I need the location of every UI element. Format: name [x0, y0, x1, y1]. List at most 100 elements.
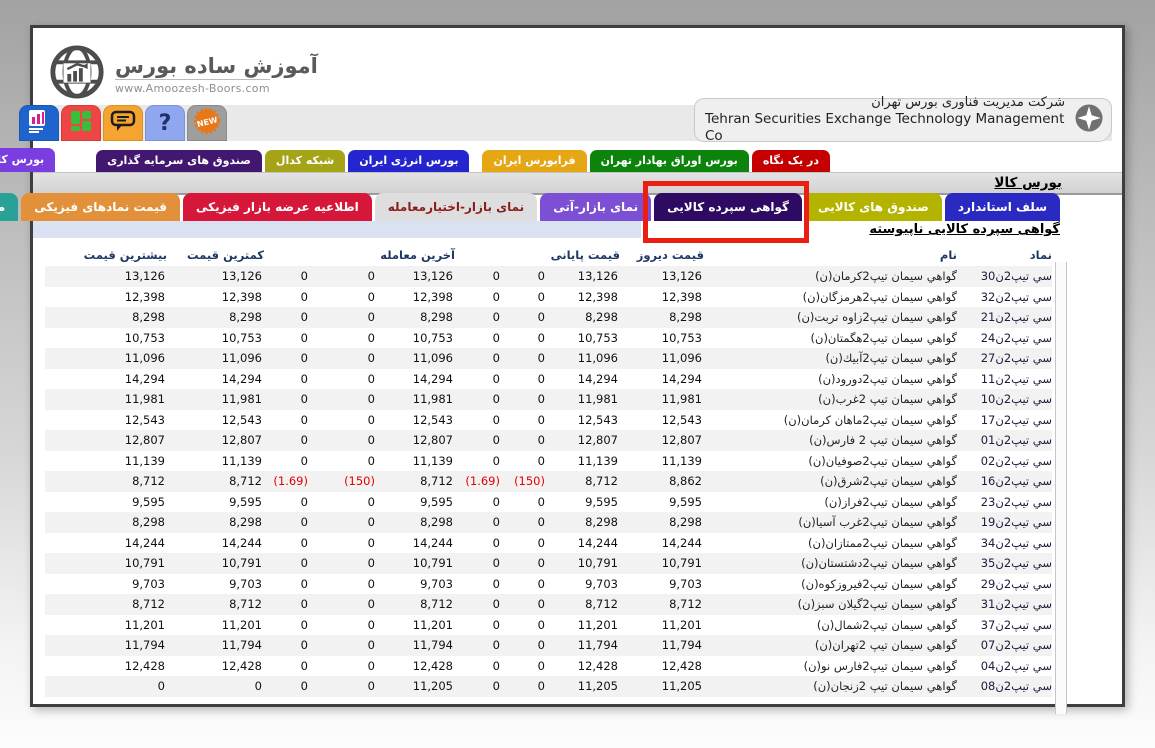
- sub-tab-6[interactable]: اطلاعیه عرضه بازار فیزیکی: [183, 193, 372, 221]
- sub-tab-8[interactable]: معاملات بازار فیزیکی: [0, 193, 18, 221]
- cell-highest: 12,807: [45, 430, 167, 451]
- cell-lowest: 12,543: [167, 410, 264, 431]
- cell-yesterday: 13,126: [620, 266, 704, 287]
- cell-last: 10,753: [377, 328, 455, 349]
- cell-closing-percent: 0: [455, 307, 502, 328]
- col-symbol: نماد: [957, 246, 1052, 264]
- tse-company-banner: شرکت مدیریت فناوری بورس تهران Tehran Sec…: [694, 98, 1112, 142]
- cell-closing-percent: 0: [455, 348, 502, 369]
- cell-closing-percent: 0: [455, 369, 502, 390]
- cell-yesterday: 11,096: [620, 348, 704, 369]
- chart-tool-button[interactable]: [19, 105, 59, 141]
- cell-symbol[interactable]: سي تيپ2ن29: [957, 574, 1052, 595]
- cell-closing-change: 0: [502, 328, 547, 349]
- cell-symbol[interactable]: سي تيپ2ن02: [957, 451, 1052, 472]
- commodity-sub-tabs: سلف استانداردصندوق های کالاییگواهی سپرده…: [0, 193, 1060, 221]
- cell-symbol[interactable]: سي تيپ2ن16: [957, 471, 1052, 492]
- cell-symbol[interactable]: سي تيپ2ن35: [957, 553, 1052, 574]
- cell-yesterday: 14,294: [620, 369, 704, 390]
- main-tab-3[interactable]: فرابورس ایران: [482, 150, 586, 172]
- cell-highest: 8,712: [45, 471, 167, 492]
- table-header-row: نمادنامقیمت دیروزقیمت پایانیآخرین معامله…: [45, 246, 1052, 264]
- highlight-annotation-box: [643, 181, 809, 243]
- cell-closing: 12,807: [547, 430, 620, 451]
- help-button[interactable]: ?: [145, 105, 185, 141]
- cell-closing-change: 0: [502, 594, 547, 615]
- cell-symbol[interactable]: سي تيپ2ن17: [957, 410, 1052, 431]
- main-tab-5[interactable]: شبکه کدال: [265, 150, 345, 172]
- cell-symbol[interactable]: سي تيپ2ن19: [957, 512, 1052, 533]
- cell-lowest: 8,298: [167, 512, 264, 533]
- cell-symbol[interactable]: سي تيپ2ن07: [957, 635, 1052, 656]
- cell-last-percent: 0: [264, 328, 310, 349]
- cell-closing: 11,205: [547, 676, 620, 697]
- sub-tab-7[interactable]: قیمت نمادهای فیزیکی: [21, 193, 180, 221]
- sub-tab-1[interactable]: سلف استاندارد: [945, 193, 1060, 221]
- cell-closing: 8,712: [547, 594, 620, 615]
- cell-closing: 14,244: [547, 533, 620, 554]
- cell-closing-percent: 0: [455, 492, 502, 513]
- cell-name: گواهي سيمان تيپ2شمال(ن): [704, 615, 957, 636]
- tse-diamond-icon: [1071, 100, 1107, 140]
- cell-closing-change: 0: [502, 676, 547, 697]
- cell-closing-percent: 0: [455, 451, 502, 472]
- cell-last-percent: 0: [264, 574, 310, 595]
- cell-last: 12,428: [377, 656, 455, 677]
- cell-last-percent: (1.69): [264, 471, 310, 492]
- sub-tab-5[interactable]: نمای بازار-اختیارمعامله: [375, 193, 537, 221]
- main-tab-6[interactable]: صندوق های سرمایه گذاری: [96, 150, 262, 172]
- cell-symbol[interactable]: سي تيپ2ن04: [957, 656, 1052, 677]
- cell-symbol[interactable]: سي تيپ2ن23: [957, 492, 1052, 513]
- cell-symbol[interactable]: سي تيپ2ن08: [957, 676, 1052, 697]
- cell-symbol[interactable]: سي تيپ2ن24: [957, 328, 1052, 349]
- cell-name: گواهي سيمان تيپ2زاوه تربت(ن): [704, 307, 957, 328]
- cell-symbol[interactable]: سي تيپ2ن34: [957, 533, 1052, 554]
- cell-yesterday: 8,298: [620, 512, 704, 533]
- new-feature-button[interactable]: NEW: [187, 105, 227, 141]
- cell-yesterday: 11,794: [620, 635, 704, 656]
- cell-symbol[interactable]: سي تيپ2ن10: [957, 389, 1052, 410]
- col-last-trade: آخرین معامله: [377, 246, 455, 264]
- main-tab-7[interactable]: بورس کالا: [0, 148, 55, 172]
- heatmap-tool-button[interactable]: [61, 105, 101, 141]
- cell-symbol[interactable]: سي تيپ2ن27: [957, 348, 1052, 369]
- main-tab-1[interactable]: در یک نگاه: [752, 150, 830, 172]
- table-scrollbar[interactable]: [1055, 262, 1067, 714]
- cell-symbol[interactable]: سي تيپ2ن11: [957, 369, 1052, 390]
- sub-tab-4[interactable]: نمای بازار-آتی: [540, 193, 651, 221]
- col-last-change: [310, 246, 377, 264]
- cell-last-percent: 0: [264, 635, 310, 656]
- cell-highest: 10,753: [45, 328, 167, 349]
- cell-symbol[interactable]: سي تيپ2ن32: [957, 287, 1052, 308]
- cell-last-change: (150): [310, 471, 377, 492]
- cell-lowest: 8,298: [167, 307, 264, 328]
- cell-closing: 9,595: [547, 492, 620, 513]
- cell-symbol[interactable]: سي تيپ2ن21: [957, 307, 1052, 328]
- cell-closing-percent: 0: [455, 328, 502, 349]
- cell-symbol[interactable]: سي تيپ2ن37: [957, 615, 1052, 636]
- col-last-percent: [264, 246, 310, 264]
- cell-closing-change: 0: [502, 369, 547, 390]
- cell-name: گواهي سيمان تيپ2ماهان کرمان(ن): [704, 410, 957, 431]
- main-tab-4[interactable]: بورس انرژی ایران: [348, 150, 469, 172]
- cell-last-percent: 0: [264, 615, 310, 636]
- cell-last-change: 0: [310, 369, 377, 390]
- cell-symbol[interactable]: سي تيپ2ن31: [957, 594, 1052, 615]
- cell-highest: 12,428: [45, 656, 167, 677]
- sub-tab-2[interactable]: صندوق های کالایی: [805, 193, 942, 221]
- main-tab-2[interactable]: بورس اوراق بهادار تهران: [590, 150, 749, 172]
- cell-lowest: 11,139: [167, 451, 264, 472]
- cell-closing: 10,791: [547, 553, 620, 574]
- cell-lowest: 0: [167, 676, 264, 697]
- cell-symbol[interactable]: سي تيپ2ن01: [957, 430, 1052, 451]
- cell-name: گواهي سيمان تيپ2هرمزگان(ن): [704, 287, 957, 308]
- cell-last-change: 0: [310, 307, 377, 328]
- cell-yesterday: 8,862: [620, 471, 704, 492]
- cell-closing-change: 0: [502, 553, 547, 574]
- messages-button[interactable]: [103, 105, 143, 141]
- section-title: گواهی سپرده کالایی ناپیوسته: [869, 221, 1060, 239]
- cell-last-percent: 0: [264, 492, 310, 513]
- cell-symbol[interactable]: سي تيپ2ن30: [957, 266, 1052, 287]
- cell-closing-change: 0: [502, 430, 547, 451]
- cell-name: گواهي سيمان تيپ2ممتازان(ن): [704, 533, 957, 554]
